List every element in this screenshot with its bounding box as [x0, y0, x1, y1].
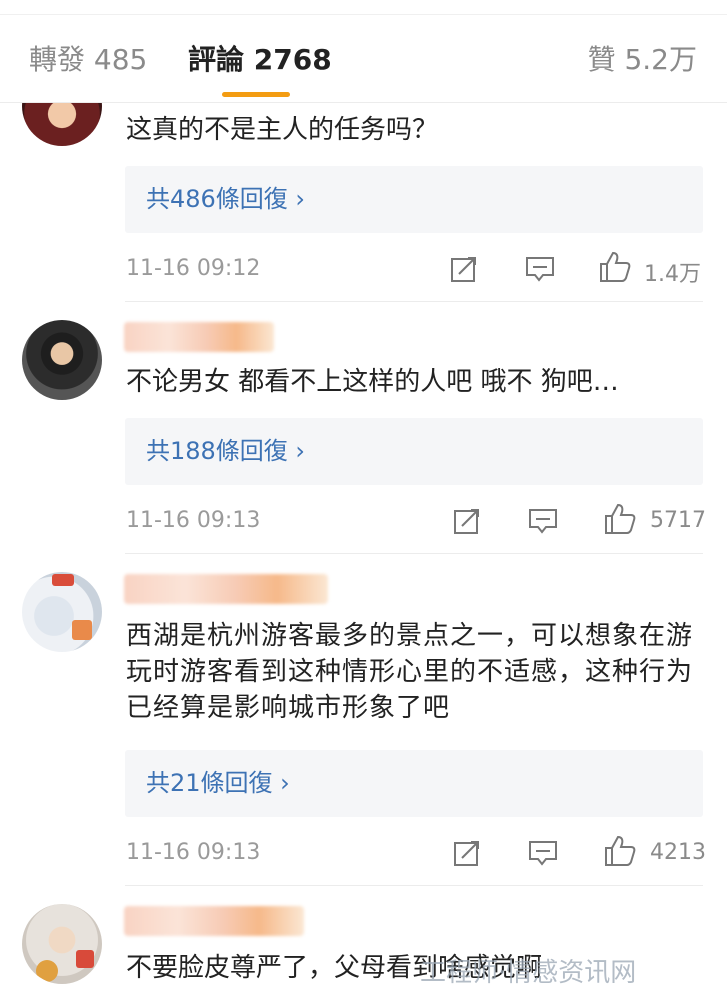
replies-link[interactable]: 共486條回復 ›: [125, 166, 703, 233]
comment-tabs-bar: 轉發 485 評論 2768 贊 5.2万: [0, 0, 727, 103]
comment-text: 西湖是杭州游客最多的景点之一，可以想象在游玩时游客看到这种情形心里的不适感，这种…: [126, 621, 694, 723]
active-tab-indicator: [222, 92, 290, 97]
thumbs-up-icon[interactable]: [598, 250, 632, 288]
comment-icon[interactable]: [527, 506, 559, 540]
watermark: 工程师·情感资讯网: [420, 958, 637, 988]
tab-repost[interactable]: 轉發 485: [29, 42, 147, 78]
share-icon[interactable]: [449, 254, 479, 288]
replies-count: 共21條回復 ›: [146, 769, 290, 797]
comment-icon[interactable]: [527, 838, 559, 872]
comment-meta: 11-16 09:13 4213: [0, 834, 727, 874]
replies-link[interactable]: 共188條回復 ›: [125, 418, 703, 485]
comment-time: 11-16 09:13: [126, 508, 261, 533]
share-icon[interactable]: [452, 838, 482, 872]
comment-meta: 11-16 09:12 1.4万: [0, 250, 727, 290]
replies-link[interactable]: 共21條回復 ›: [125, 750, 703, 817]
avatar[interactable]: [22, 904, 102, 984]
comment-time: 11-16 09:12: [126, 256, 261, 281]
comment-divider: [125, 553, 703, 554]
share-icon[interactable]: [452, 506, 482, 540]
username-redacted: [124, 574, 328, 604]
replies-count: 共486條回復 ›: [146, 185, 306, 213]
top-divider: [0, 14, 727, 15]
username-redacted: [124, 322, 274, 352]
tab-comments[interactable]: 評論 2768: [188, 42, 332, 78]
avatar[interactable]: [22, 320, 102, 400]
replies-count: 共188條回復 ›: [146, 437, 306, 465]
tab-likes[interactable]: 贊 5.2万: [588, 42, 697, 78]
comment-text: 这真的不是主人的任务吗？: [126, 115, 439, 145]
avatar[interactable]: [22, 572, 102, 652]
like-count: 1.4万: [644, 262, 701, 287]
thumbs-up-icon[interactable]: [603, 834, 637, 872]
comment-time: 11-16 09:13: [126, 840, 261, 865]
comment-icon[interactable]: [524, 254, 556, 288]
thumbs-up-icon[interactable]: [603, 502, 637, 540]
comment-text: 不论男女 都看不上这样的人吧 哦不 狗吧…: [126, 367, 619, 397]
comment-divider: [125, 885, 703, 886]
comment-divider: [125, 301, 703, 302]
comment-meta: 11-16 09:13 5717: [0, 502, 727, 542]
like-count: 5717: [650, 508, 706, 533]
like-count: 4213: [650, 840, 706, 865]
username-redacted: [124, 906, 304, 936]
